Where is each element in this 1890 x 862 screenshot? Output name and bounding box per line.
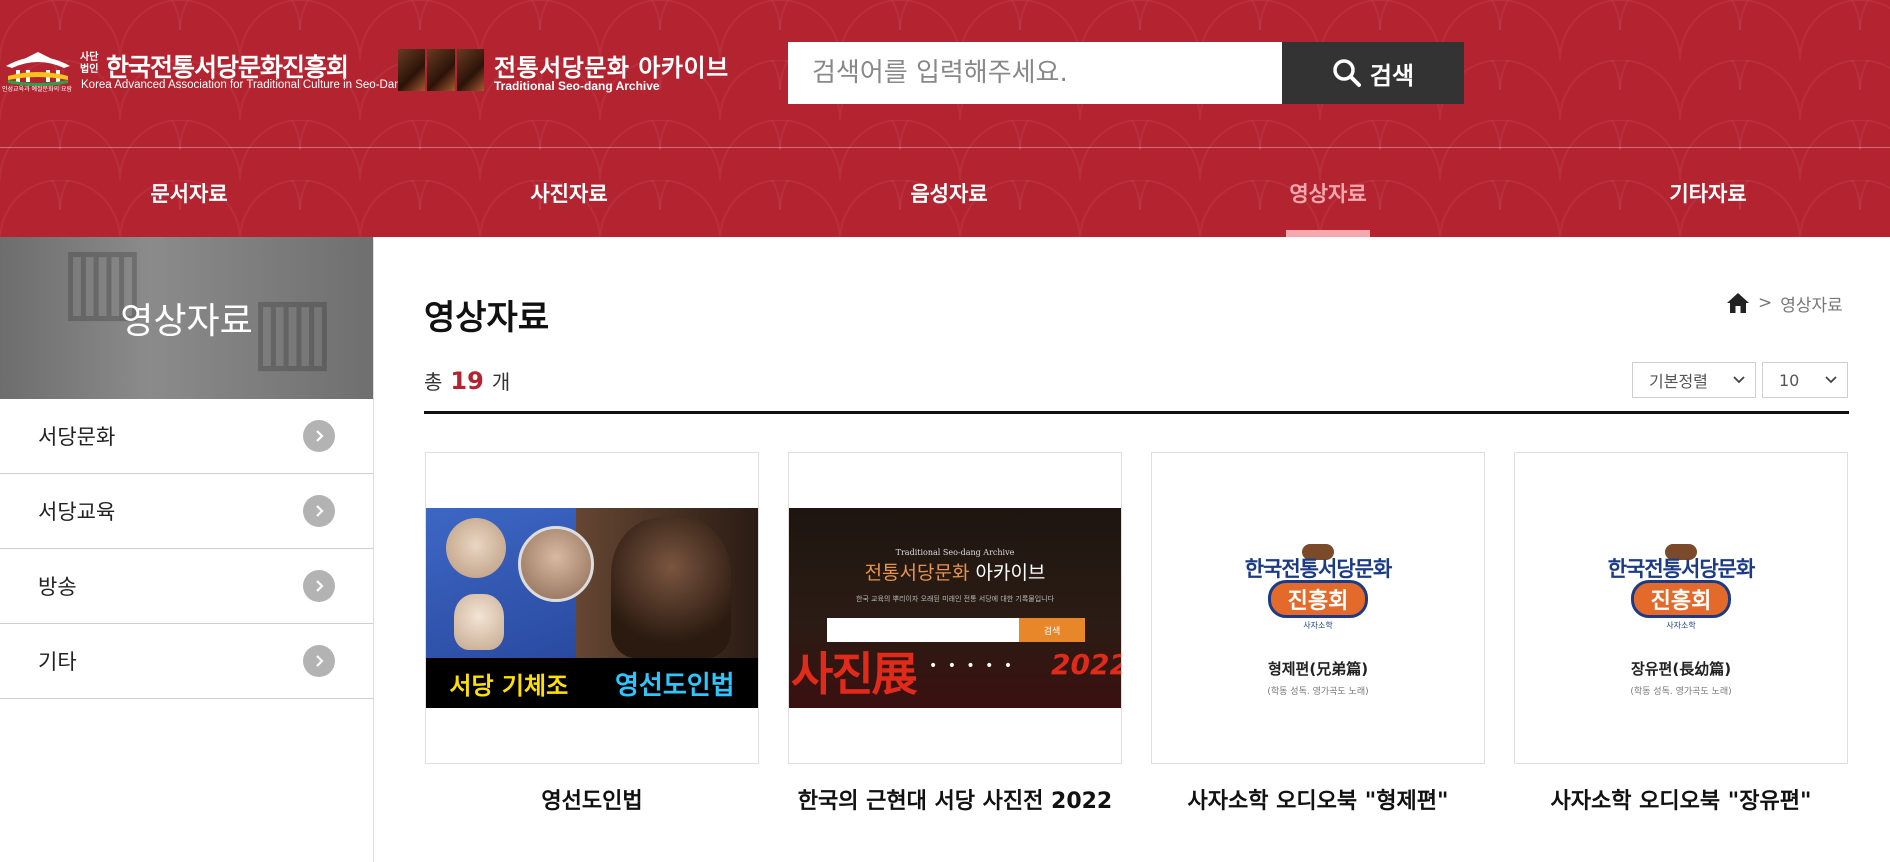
sidebar-item-seodang-education[interactable]: 서당교육	[0, 474, 373, 549]
org-logo[interactable]: 사단법인 한국전통서당문화진흥회 Korea Advanced Associat…	[0, 46, 407, 96]
count-value: 19	[450, 367, 484, 395]
thumbnail-figure	[518, 526, 594, 602]
chevron-right-icon	[303, 570, 335, 602]
chevron-right-icon	[303, 420, 335, 452]
video-thumbnail: Traditional Seo-dang Archive 전통서당문화 아카이브…	[789, 508, 1121, 708]
thumbnail-figure	[446, 518, 506, 578]
sidebar-menu: 서당문화 서당교육 방송 기타	[0, 399, 373, 699]
thumbnail-figure	[611, 518, 731, 658]
org-tagline: 인성교육과 예절문화의 요람	[2, 86, 73, 93]
nav-item-label: 문서자료	[150, 182, 228, 206]
home-icon[interactable]	[1726, 292, 1750, 314]
sidebar-divider	[373, 237, 374, 862]
nav-item-video[interactable]: 영상자료	[1228, 149, 1428, 237]
video-card[interactable]: 서당 기체조 영선도인법	[425, 452, 759, 764]
video-card-title[interactable]: 사자소학 오디오북 "장유편"	[1514, 783, 1848, 815]
sort-select-value: 기본정렬	[1649, 372, 1708, 391]
sidebar-item-broadcast[interactable]: 방송	[0, 549, 373, 624]
thumbnail-logo-top: 한국전통서당문화	[1244, 557, 1393, 581]
thumbnail-caption-strip: 서당 기체조 영선도인법	[426, 658, 758, 708]
thumbnail-en-title: Traditional Seo-dang Archive	[895, 548, 1015, 557]
thumbnail-big-text: 사진展	[791, 647, 918, 701]
thumbnail-logo-small: 사자소학	[1303, 621, 1333, 630]
archive-logo-images	[398, 49, 484, 91]
org-corp-label: 사단법인	[80, 52, 99, 75]
sidebar-item-label: 방송	[38, 575, 77, 599]
nav-item-other[interactable]: 기타자료	[1608, 149, 1808, 237]
list-divider	[424, 411, 1849, 414]
chevron-right-icon	[303, 495, 335, 527]
video-thumbnail: 서당 기체조 영선도인법	[426, 508, 758, 708]
sidebar-title: 영상자료	[120, 301, 253, 342]
chevron-right-icon	[303, 645, 335, 677]
sidebar-item-label: 기타	[38, 650, 77, 674]
site-header: 사단법인 한국전통서당문화진흥회 Korea Advanced Associat…	[0, 0, 1890, 237]
nav-item-photos[interactable]: 사진자료	[469, 149, 669, 237]
thumbnail-logo-small: 사자소학	[1666, 621, 1696, 630]
nav-item-audio[interactable]: 음성자료	[849, 149, 1049, 237]
thumbnail-logo-main: 진흥회	[1631, 580, 1731, 618]
thumbnail-caption-a: 서당 기체조	[449, 671, 569, 700]
nav-item-label: 음성자료	[910, 182, 988, 206]
thumbnail-logo-main: 진흥회	[1268, 580, 1368, 618]
video-card[interactable]: 한국전통서당문화 진흥회 사자소학 형제편(兄弟篇) (학동 성독. 영가곡도 …	[1151, 452, 1485, 764]
page-size-select-value: 10	[1779, 370, 1800, 390]
archive-title-ko: 전통서당문화 아카이브	[494, 54, 729, 82]
sidebar-item-label: 서당문화	[38, 425, 116, 449]
thumbnail-subtitle-note: (학동 성독. 영가곡도 노래)	[1267, 687, 1369, 697]
thumbnail-year: 2022	[1051, 648, 1121, 681]
video-card-title[interactable]: 사자소학 오디오북 "형제편"	[1151, 783, 1485, 815]
sort-select[interactable]: 기본정렬	[1632, 362, 1756, 398]
video-card-title[interactable]: 한국의 근현대 서당 사진전 2022	[788, 783, 1122, 815]
video-card[interactable]: Traditional Seo-dang Archive 전통서당문화 아카이브…	[788, 452, 1122, 764]
sidebar-item-etc[interactable]: 기타	[0, 624, 373, 699]
search-icon	[1333, 59, 1361, 87]
breadcrumb: > 영상자료	[1726, 290, 1843, 316]
thumbnail-subtitle-note: (학동 성독. 영가곡도 노래)	[1630, 687, 1732, 697]
thumbnail-search-btn: 검색	[1019, 618, 1085, 642]
thumbnail-ko-title-b: 아카이브	[969, 562, 1046, 584]
count-prefix: 총	[424, 370, 443, 394]
video-thumbnail: 한국전통서당문화 진흥회 사자소학 장유편(長幼篇) (학동 성독. 영가곡도 …	[1515, 508, 1847, 708]
thumbnail-logo-top: 한국전통서당문화	[1607, 557, 1756, 581]
count-suffix: 개	[491, 370, 511, 394]
archive-title-en: Traditional Seo-dang Archive	[494, 79, 660, 93]
sidebar-banner: ▥ ▥ 영상자료	[0, 237, 373, 399]
nav-item-documents[interactable]: 문서자료	[89, 149, 289, 237]
thumbnail-ko-title-a: 전통서당문화	[864, 562, 970, 584]
thumbnail-subtitle: 장유편(長幼篇)	[1630, 660, 1732, 678]
result-count: 총 19 개	[424, 366, 510, 395]
search-input[interactable]	[788, 42, 1282, 104]
thumbnail-figure	[454, 594, 504, 650]
nav-item-label: 영상자료	[1289, 182, 1367, 206]
breadcrumb-separator: >	[1758, 293, 1773, 313]
thumbnail-caption-b: 영선도인법	[614, 670, 735, 701]
page-title: 영상자료	[424, 298, 550, 338]
nav-item-label: 사진자료	[530, 182, 608, 206]
video-card[interactable]: 한국전통서당문화 진흥회 사자소학 장유편(長幼篇) (학동 성독. 영가곡도 …	[1514, 452, 1848, 764]
chevron-down-icon	[1733, 376, 1745, 384]
header-topbar: 사단법인 한국전통서당문화진흥회 Korea Advanced Associat…	[0, 0, 1890, 148]
page-size-select[interactable]: 10	[1762, 362, 1848, 398]
nav-item-label: 기타자료	[1669, 182, 1747, 206]
sidebar-item-label: 서당교육	[38, 500, 116, 524]
org-name-en: Korea Advanced Association for Tradition…	[81, 79, 408, 91]
archive-logo[interactable]: 전통서당문화 아카이브 Traditional Seo-dang Archive	[398, 46, 733, 96]
main-nav: 문서자료 사진자료 음성자료 영상자료 기타자료	[0, 149, 1890, 237]
search-button[interactable]: 검색	[1282, 42, 1464, 104]
search-button-label: 검색	[1369, 61, 1415, 90]
thumbnail-ko-title: 전통서당문화 아카이브	[789, 558, 1121, 585]
sidebar-item-seodang-culture[interactable]: 서당문화	[0, 399, 373, 474]
nav-active-indicator	[1286, 230, 1370, 237]
video-thumbnail: 한국전통서당문화 진흥회 사자소학 형제편(兄弟篇) (학동 성독. 영가곡도 …	[1152, 508, 1484, 708]
breadcrumb-current: 영상자료	[1780, 295, 1843, 316]
thumbnail-desc: 한국 교육의 뿌리이자 오래된 미래인 전통 서당에 대한 기록물입니다	[855, 595, 1055, 603]
thumbnail-subtitle: 형제편(兄弟篇)	[1267, 660, 1369, 678]
chevron-down-icon	[1825, 376, 1837, 384]
video-card-title[interactable]: 영선도인법	[425, 783, 759, 815]
thumbnail-dots: • • • • •	[929, 658, 1016, 674]
